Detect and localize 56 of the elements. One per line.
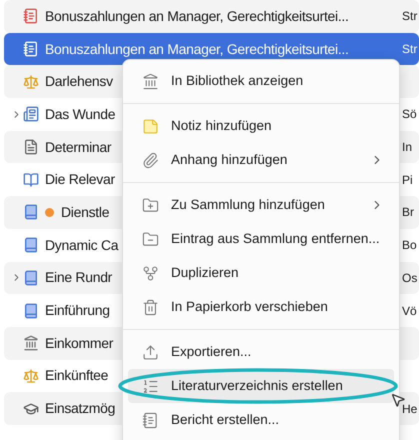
menu-item[interactable]: Notiz hinzufügen	[128, 109, 394, 143]
item-creator: Str	[402, 8, 418, 26]
item-title: Bonuszahlungen an Manager, Gerechtigkeitsurtei...	[45, 40, 349, 59]
item-creator: Br	[402, 204, 415, 222]
item-creator: Sö	[402, 106, 418, 124]
menu-item[interactable]: Duplizieren	[128, 256, 394, 290]
building-icon	[23, 335, 39, 352]
report-icon	[23, 41, 39, 58]
book-icon	[23, 204, 39, 220]
menu-item[interactable]: In Papierkorb verschieben	[128, 290, 394, 324]
item-title: Die Relevar	[45, 170, 115, 190]
item-title: Darlehensv	[45, 72, 113, 92]
item-title: Dienstle	[61, 202, 110, 222]
item-title: Bonuszahlungen an Manager, Gerechtigkeitsurtei...	[45, 6, 349, 26]
item-creator: Str	[402, 41, 418, 58]
item-title: Eine Rundr	[45, 268, 112, 288]
newspaper-icon	[23, 106, 39, 122]
numbered-list-icon	[142, 378, 159, 394]
item-creator: He	[402, 400, 418, 418]
item-title: Einkommer	[45, 334, 114, 353]
item-title: Das Wunde	[45, 104, 116, 124]
report-icon	[142, 412, 159, 428]
menu-item[interactable]: Exportieren...	[128, 335, 394, 369]
book-icon	[23, 270, 39, 286]
item-creator: Os	[402, 270, 418, 287]
menu-item[interactable]: In Bibliothek anzeigen	[128, 64, 394, 98]
open-book-icon	[23, 172, 39, 188]
menu-item[interactable]: Eintrag aus Sammlung entfernen...	[128, 222, 394, 256]
paperclip-icon	[142, 152, 159, 168]
scales-icon	[23, 368, 39, 384]
item-title: Einsatzmög	[45, 399, 116, 418]
item-title: Einführung	[45, 301, 110, 320]
export-icon	[142, 344, 159, 360]
item-title: Einkünftee	[45, 366, 108, 386]
item-creator: Vö	[402, 302, 418, 320]
folder-minus-icon	[142, 230, 159, 248]
menu-item[interactable]: Zu Sammlung hinzufügen	[128, 188, 394, 222]
item-title: Determinar	[45, 138, 112, 157]
item-row[interactable]: Bonuszahlungen an Manager, Gerechtigkeitsurtei... Str	[4, 0, 419, 33]
item-creator: Pi	[402, 172, 414, 189]
book-icon	[23, 237, 39, 254]
scales-icon	[23, 74, 39, 90]
trash-icon	[142, 298, 159, 316]
report-icon	[23, 8, 39, 24]
menu-item[interactable]: Bericht erstellen...	[128, 403, 394, 437]
building-icon	[142, 72, 159, 90]
fork-icon	[142, 264, 159, 282]
menu-item[interactable]: Anhang hinzufügen	[128, 143, 394, 177]
book-icon	[23, 302, 39, 319]
item-creator: In	[402, 139, 414, 156]
item-title: Dynamic Ca	[45, 236, 118, 255]
note-icon	[142, 118, 159, 134]
document-icon	[23, 139, 39, 156]
folder-plus-icon	[142, 196, 159, 214]
item-creator: Bo	[402, 237, 418, 254]
graduation-cap-icon	[23, 400, 39, 417]
